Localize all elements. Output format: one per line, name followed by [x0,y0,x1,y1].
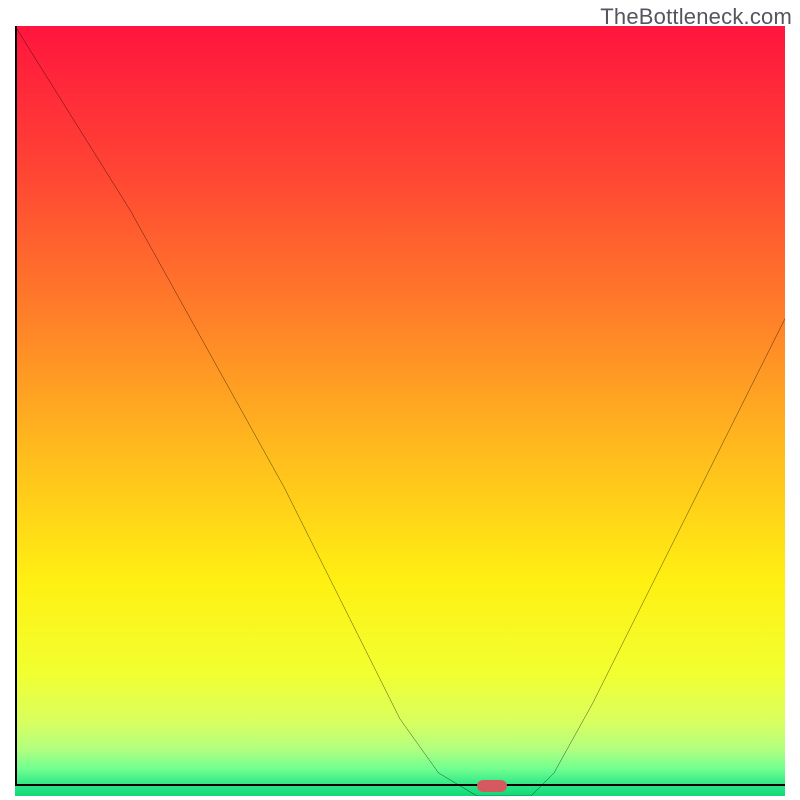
optimal-point-marker [477,780,507,792]
plot-area [15,26,785,786]
bottleneck-curve [15,26,785,796]
watermark-text: TheBottleneck.com [600,4,792,30]
bottleneck-chart: TheBottleneck.com [0,0,800,800]
